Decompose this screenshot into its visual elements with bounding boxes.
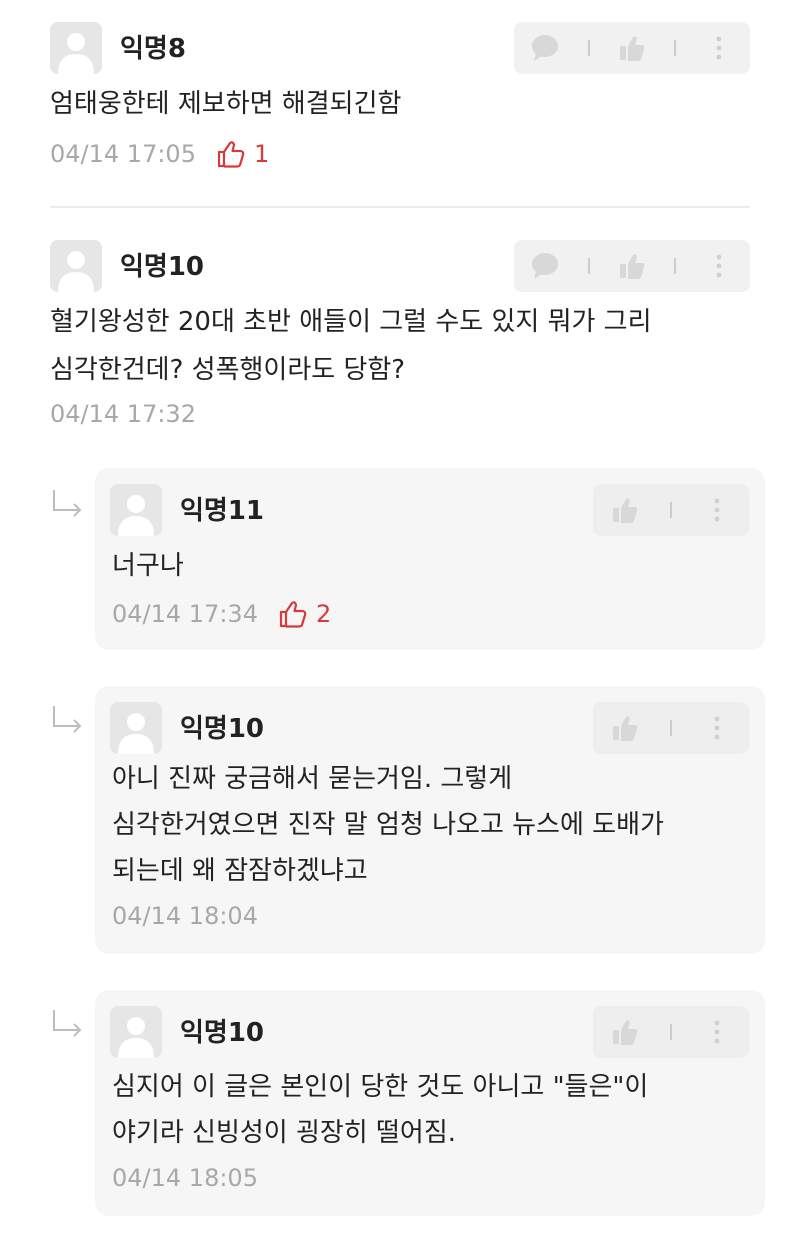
reply-text: 심지어 이 글은 본인이 당한 것도 아니고 "들은"이 야기라 신빙성이 굉장…: [112, 1064, 648, 1156]
comment-toolbar: [514, 22, 750, 74]
reply: 익명11 너구나 04/14 17:34 2: [95, 468, 765, 650]
thumbs-up-icon: [619, 36, 645, 61]
reply-line: 심각한거였으면 진작 말 엄청 나오고 뉴스에 도배가: [112, 810, 664, 840]
comment-toolbar: [514, 240, 750, 292]
more-options-button[interactable]: [699, 28, 739, 68]
thumbs-up-icon: [613, 1020, 638, 1045]
reply-line: 야기라 신빙성이 굉장히 떨어짐.: [112, 1118, 457, 1148]
timestamp: 04/14 17:05: [50, 140, 196, 168]
nickname: 익명10: [180, 714, 265, 744]
reply-comment-button[interactable]: [525, 28, 565, 68]
reply-comment-button[interactable]: [525, 246, 565, 286]
avatar[interactable]: [50, 22, 102, 74]
reply-header: 익명10: [110, 1006, 750, 1058]
comment-text: 혈기왕성한 20대 초반 애들이 그럴 수도 있지 뭐가 그리 심각한건데? 성…: [50, 298, 652, 394]
vertical-dots-icon: [714, 1020, 720, 1044]
more-options-button[interactable]: [697, 1012, 737, 1052]
default-avatar-icon: [50, 240, 102, 292]
comment: 익명8 엄태웅한테 제보하면 해결되긴함 04/14 17:05 1: [50, 22, 750, 182]
reply-meta: 04/14 18:04: [112, 896, 258, 936]
like-count-value: 1: [253, 140, 270, 168]
comment-meta: 04/14 17:05 1: [50, 134, 269, 174]
vertical-dots-icon: [716, 254, 722, 278]
comment-line: 혈기왕성한 20대 초반 애들이 그럴 수도 있지 뭐가 그리: [50, 307, 652, 337]
reply-meta: 04/14 17:34 2: [112, 594, 331, 634]
reply-toolbar: [593, 702, 749, 754]
default-avatar-icon: [110, 484, 162, 536]
reply-meta: 04/14 18:05: [112, 1158, 258, 1198]
toolbar-divider: [669, 720, 672, 736]
reply-line: 아니 진짜 궁금해서 묻는거임. 그렇게: [112, 764, 513, 794]
more-options-button[interactable]: [699, 246, 739, 286]
reply-line: 너구나: [112, 551, 184, 581]
thumbs-up-icon: [217, 141, 245, 168]
reply-line: 되는데 왜 잠잠하겠냐고: [112, 856, 368, 886]
thumbs-up-icon: [279, 601, 307, 628]
vertical-dots-icon: [716, 36, 722, 60]
reply: 익명10 아니 진짜 궁금해서 묻는거임. 그렇게 심각한거였으면 진작 말 엄…: [95, 686, 765, 954]
avatar[interactable]: [110, 484, 162, 536]
default-avatar-icon: [110, 1006, 162, 1058]
reply-header: 익명10: [110, 702, 750, 754]
reply-text: 아니 진짜 궁금해서 묻는거임. 그렇게 심각한거였으면 진작 말 엄청 나오고…: [112, 756, 664, 894]
comment: 익명10 혈기왕성한 20대 초반 애들이 그럴 수도 있지 뭐가 그리 심각한…: [50, 240, 750, 440]
nickname: 익명10: [120, 252, 205, 282]
reply: 익명10 심지어 이 글은 본인이 당한 것도 아니고 "들은"이 야기라 신빙…: [95, 990, 765, 1216]
like-count[interactable]: 2: [278, 599, 331, 629]
timestamp: 04/14 18:04: [112, 902, 258, 930]
like-button[interactable]: [612, 28, 652, 68]
nickname: 익명11: [180, 496, 265, 526]
toolbar-divider: [669, 502, 672, 518]
reply-arrow-icon: [50, 1008, 86, 1038]
like-count[interactable]: 1: [216, 139, 269, 169]
reply-header: 익명11: [110, 484, 750, 536]
comment-meta: 04/14 17:32: [50, 394, 196, 434]
timestamp: 04/14 18:05: [112, 1164, 258, 1192]
comment-text: 엄태웅한테 제보하면 해결되긴함: [50, 80, 401, 128]
timestamp: 04/14 17:34: [112, 600, 258, 628]
avatar[interactable]: [110, 1006, 162, 1058]
avatar[interactable]: [110, 702, 162, 754]
reply-line: 심지어 이 글은 본인이 당한 것도 아니고 "들은"이: [112, 1072, 649, 1102]
reply-arrow-icon: [50, 488, 86, 518]
comment-header: 익명10: [50, 240, 750, 292]
like-count-value: 2: [315, 600, 332, 628]
timestamp: 04/14 17:32: [50, 400, 196, 428]
like-button[interactable]: [605, 1012, 645, 1052]
thumbs-up-icon: [619, 254, 645, 279]
toolbar-divider: [674, 40, 677, 56]
like-button[interactable]: [612, 246, 652, 286]
more-options-button[interactable]: [697, 490, 737, 530]
reply-arrow-icon: [50, 704, 86, 734]
comment-line: 엄태웅한테 제보하면 해결되긴함: [50, 89, 402, 119]
like-button[interactable]: [605, 708, 645, 748]
comment-line: 심각한건데? 성폭행이라도 당함?: [50, 355, 406, 385]
vertical-dots-icon: [714, 498, 720, 522]
comment-divider: [50, 206, 750, 208]
toolbar-divider: [674, 258, 677, 274]
more-options-button[interactable]: [697, 708, 737, 748]
toolbar-divider: [587, 40, 590, 56]
nickname: 익명10: [180, 1018, 265, 1048]
thumbs-up-icon: [613, 498, 638, 523]
vertical-dots-icon: [714, 716, 720, 740]
reply-toolbar: [593, 484, 749, 536]
speech-bubble-icon: [532, 253, 559, 279]
default-avatar-icon: [50, 22, 102, 74]
thumbs-up-icon: [613, 716, 638, 741]
nickname: 익명8: [120, 34, 186, 64]
toolbar-divider: [669, 1024, 672, 1040]
avatar[interactable]: [50, 240, 102, 292]
speech-bubble-icon: [532, 35, 559, 61]
toolbar-divider: [587, 258, 590, 274]
default-avatar-icon: [110, 702, 162, 754]
reply-toolbar: [593, 1006, 749, 1058]
reply-text: 너구나: [112, 542, 184, 590]
comment-header: 익명8: [50, 22, 750, 74]
like-button[interactable]: [605, 490, 645, 530]
